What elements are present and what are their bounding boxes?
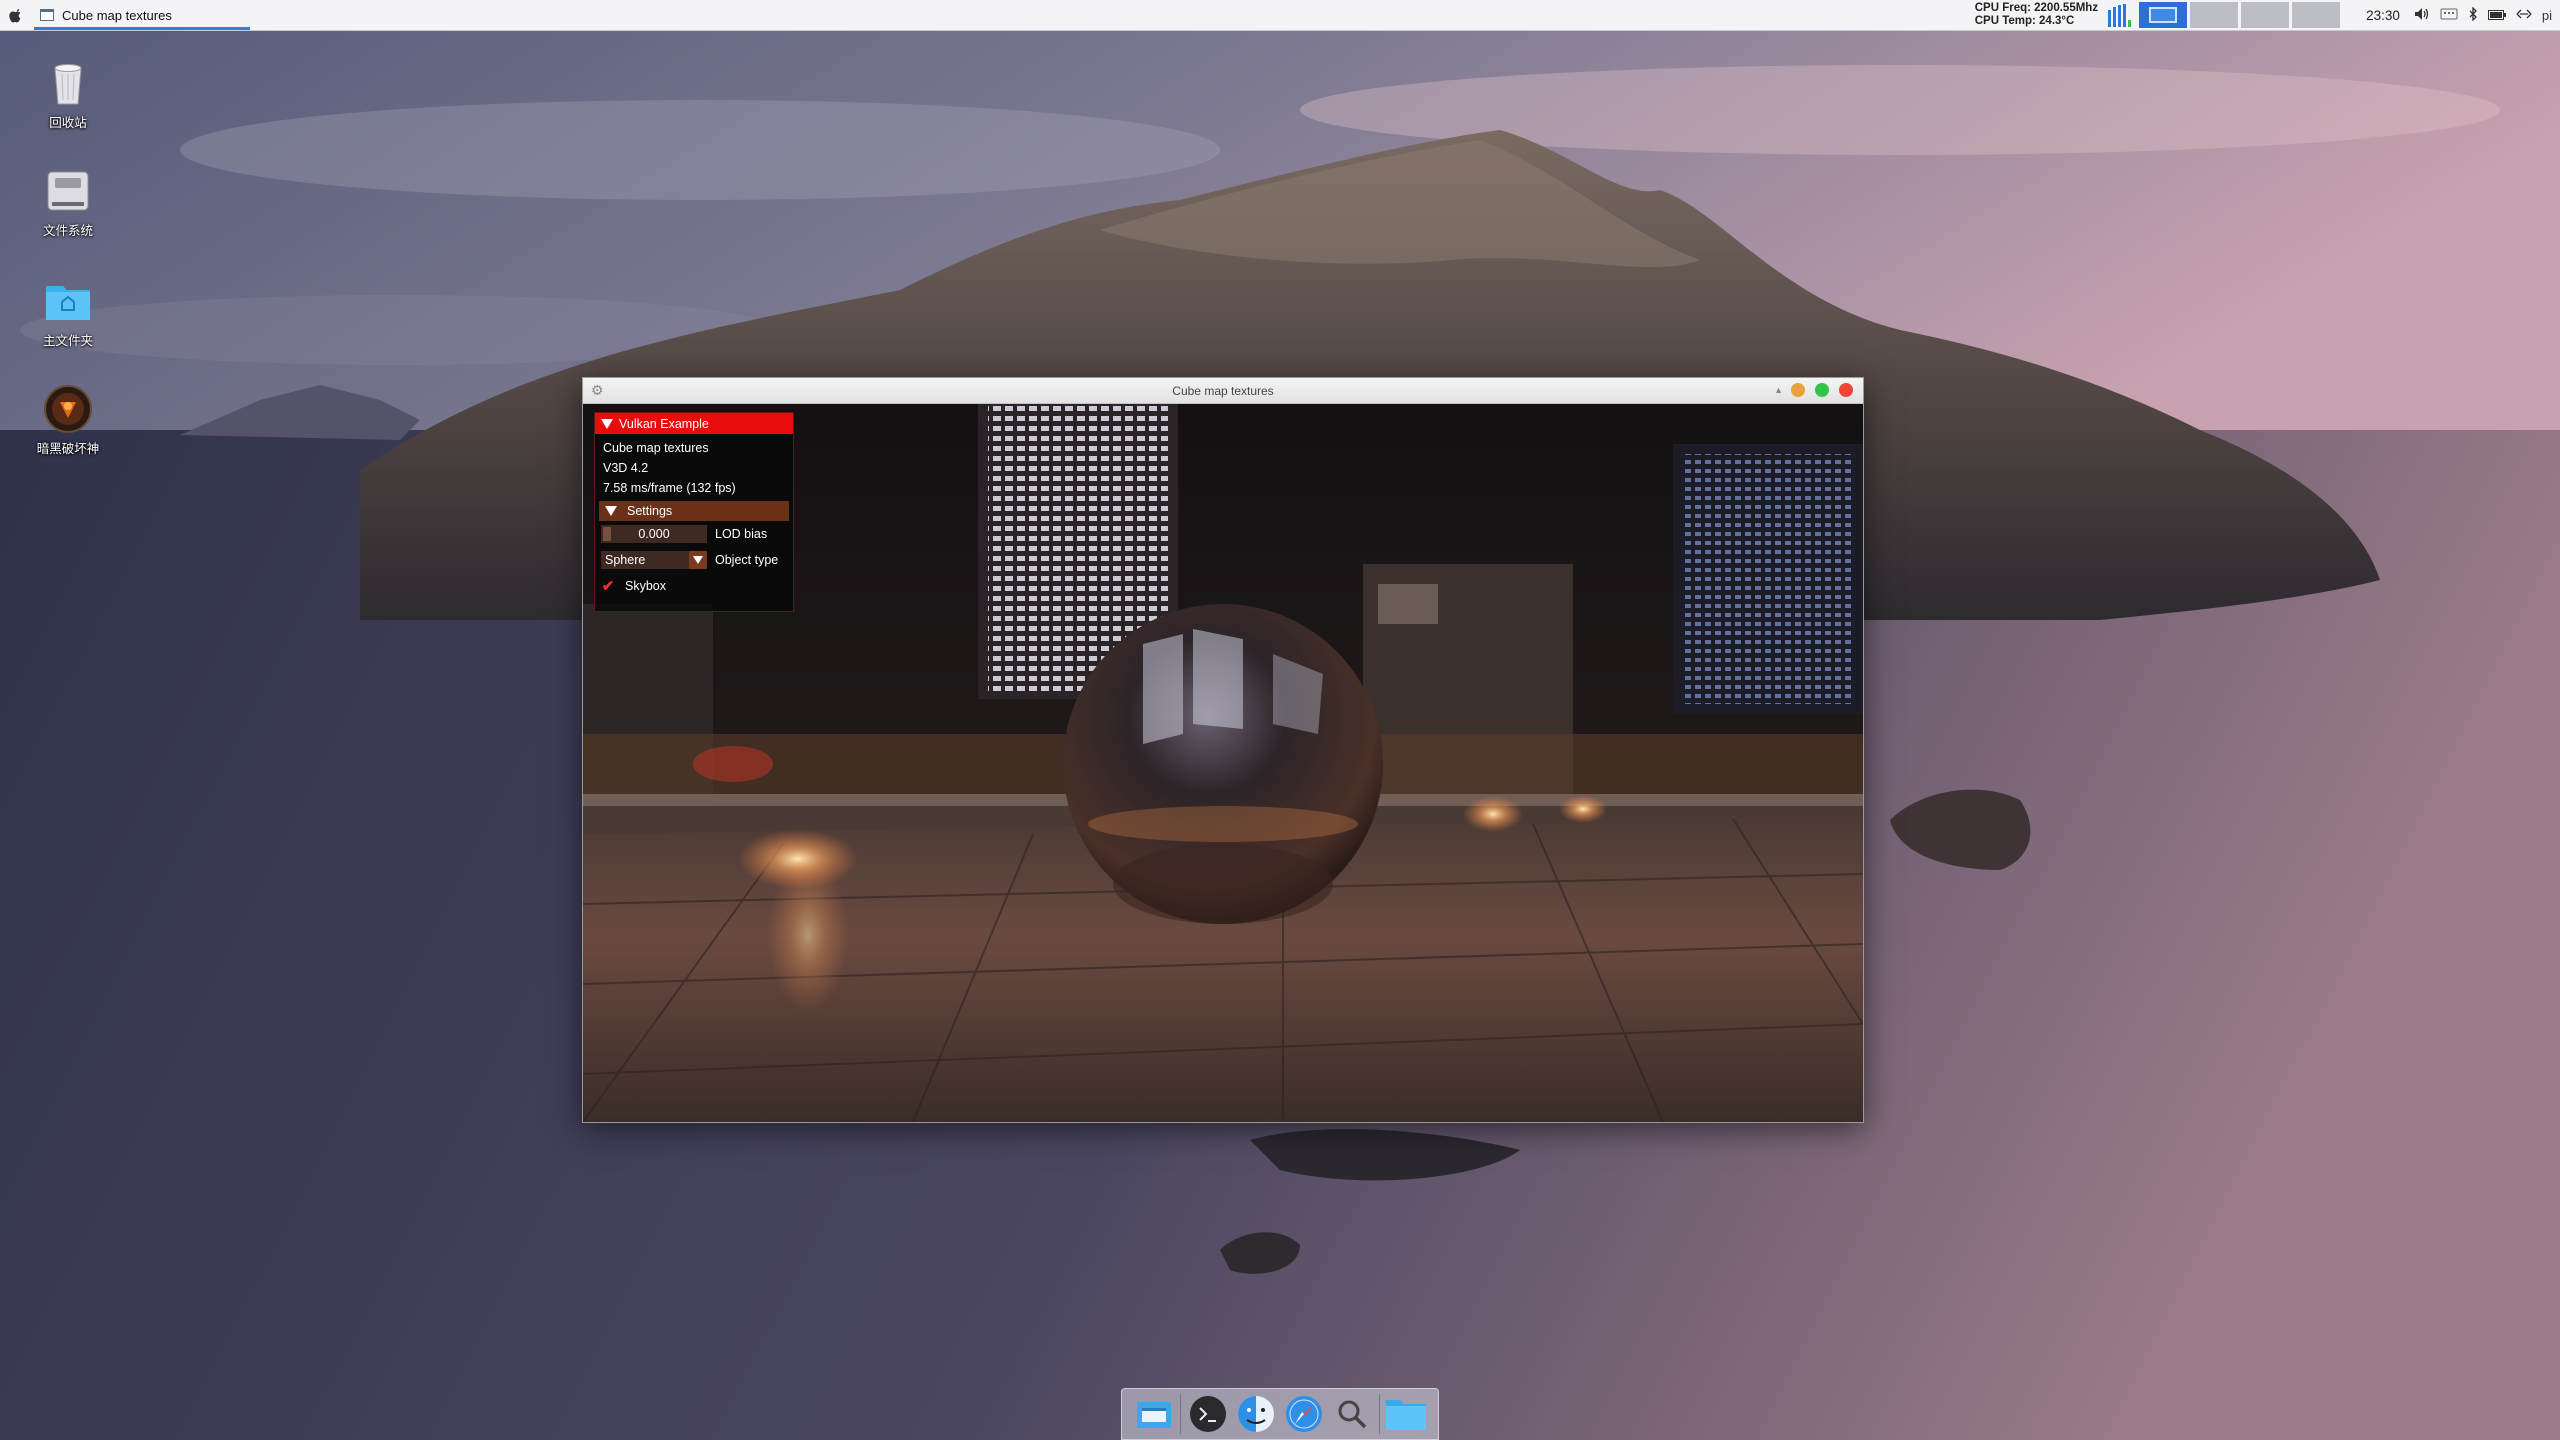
window-icon: [40, 9, 54, 21]
cpu-graph-bar: [2123, 4, 2127, 27]
home-folder-icon: [43, 276, 93, 326]
workspace-2[interactable]: [2190, 2, 2239, 28]
drive-icon: [43, 166, 93, 216]
top-panel: Cube map textures CPU Freq: 2200.55Mhz C…: [0, 0, 2560, 31]
overlay-header-label: Vulkan Example: [619, 416, 709, 431]
cpu-freq: CPU Freq: 2200.55Mhz: [1974, 2, 2099, 14]
volume-icon[interactable]: [2414, 7, 2430, 24]
slider-grab[interactable]: [603, 527, 611, 541]
dock: [1121, 1388, 1439, 1440]
taskbar-button-cube-map[interactable]: Cube map textures: [30, 0, 250, 30]
search-icon[interactable]: [1330, 1392, 1374, 1436]
file-manager-icon[interactable]: [1132, 1392, 1176, 1436]
object-type-value: Sphere: [605, 553, 646, 567]
taskbar-button-label: Cube map textures: [62, 7, 172, 23]
lod-bias-row: 0.000 LOD bias: [595, 521, 793, 547]
skybox-checkbox[interactable]: ✔: [601, 578, 615, 595]
collapse-arrow-icon[interactable]: [605, 506, 617, 516]
desktop-icon-home-folder[interactable]: 主文件夹: [18, 276, 118, 349]
desktop-icon-label: 回收站: [49, 116, 87, 130]
settings-header[interactable]: Settings: [599, 501, 789, 521]
skybox-row[interactable]: ✔ Skybox: [595, 573, 793, 599]
clock[interactable]: 23:30: [2366, 8, 2400, 23]
desktop-icon-label: 文件系统: [42, 224, 93, 238]
keyboard-icon[interactable]: [2440, 7, 2458, 24]
cpu-graph-bar: [2128, 20, 2132, 27]
device-name: V3D 4.2: [603, 461, 649, 475]
finder-icon[interactable]: [1234, 1392, 1278, 1436]
cpu-usage-graph: [2108, 3, 2132, 27]
apple-menu-icon[interactable]: [0, 0, 30, 30]
trash-icon: [43, 58, 93, 108]
desktop-icon-filesystem[interactable]: 文件系统: [18, 166, 118, 239]
workspace-switcher[interactable]: [2139, 2, 2341, 28]
user-label[interactable]: pi: [2542, 8, 2552, 23]
workspace-3[interactable]: [2241, 2, 2290, 28]
object-type-combo[interactable]: Sphere: [601, 551, 707, 569]
workspace-4[interactable]: [2292, 2, 2341, 28]
imgui-overlay[interactable]: Vulkan Example Cube map textures V3D 4.2…: [594, 412, 794, 612]
system-tray: pi: [2414, 5, 2552, 24]
app-name: Cube map textures: [603, 441, 709, 455]
folder-icon[interactable]: [1384, 1392, 1428, 1436]
skybox-label: Skybox: [625, 579, 666, 593]
desktop-icon-trash[interactable]: 回收站: [18, 58, 118, 131]
window-menu-icon[interactable]: ⚙: [591, 382, 604, 399]
bluetooth-icon[interactable]: [2468, 5, 2478, 24]
dock-separator: [1180, 1394, 1182, 1434]
terminal-icon[interactable]: [1186, 1392, 1230, 1436]
window-title: Cube map textures: [1172, 383, 1274, 398]
desktop-icon-label: 主文件夹: [42, 334, 93, 348]
battery-icon[interactable]: [2487, 8, 2506, 23]
chevron-down-icon[interactable]: [689, 551, 707, 569]
collapse-arrow-icon[interactable]: [601, 418, 613, 429]
object-type-label: Object type: [715, 553, 779, 567]
cpu-graph-bar: [2108, 10, 2112, 27]
settings-header-label: Settings: [627, 504, 673, 518]
network-icon[interactable]: [2516, 8, 2532, 23]
workspace-1[interactable]: [2139, 2, 2188, 28]
cpu-graph-bar: [2113, 7, 2117, 27]
cpu-temp: CPU Temp: 24.3°C: [1974, 15, 2075, 27]
window-titlebar[interactable]: ⚙ Cube map textures ▲: [583, 378, 1863, 404]
cpu-graph-bar: [2118, 5, 2122, 27]
lod-bias-value: 0.000: [638, 527, 670, 541]
frame-stats: 7.58 ms/frame (132 fps): [603, 481, 736, 495]
shade-icon[interactable]: ▲: [1774, 385, 1783, 395]
close-button[interactable]: [1839, 383, 1853, 397]
desktop-icon-diablo[interactable]: 暗黑破坏神: [18, 384, 118, 457]
lod-bias-slider[interactable]: 0.000: [601, 525, 707, 543]
dock-separator: [1378, 1394, 1380, 1434]
cpu-monitor: CPU Freq: 2200.55Mhz CPU Temp: 24.3°C: [1975, 2, 2098, 28]
minimize-button[interactable]: [1791, 383, 1805, 397]
desktop-icon-label: 暗黑破坏神: [36, 442, 100, 456]
object-type-row: Sphere Object type: [595, 547, 793, 573]
lod-bias-label: LOD bias: [715, 527, 768, 541]
app-window[interactable]: ⚙ Cube map textures ▲ Vulkan Example Cub…: [582, 377, 1864, 1123]
diablo-game-icon: [43, 384, 93, 434]
browser-icon[interactable]: [1282, 1392, 1326, 1436]
render-viewport[interactable]: Vulkan Example Cube map textures V3D 4.2…: [583, 404, 1863, 1122]
overlay-header[interactable]: Vulkan Example: [595, 413, 793, 434]
maximize-button[interactable]: [1815, 383, 1829, 397]
